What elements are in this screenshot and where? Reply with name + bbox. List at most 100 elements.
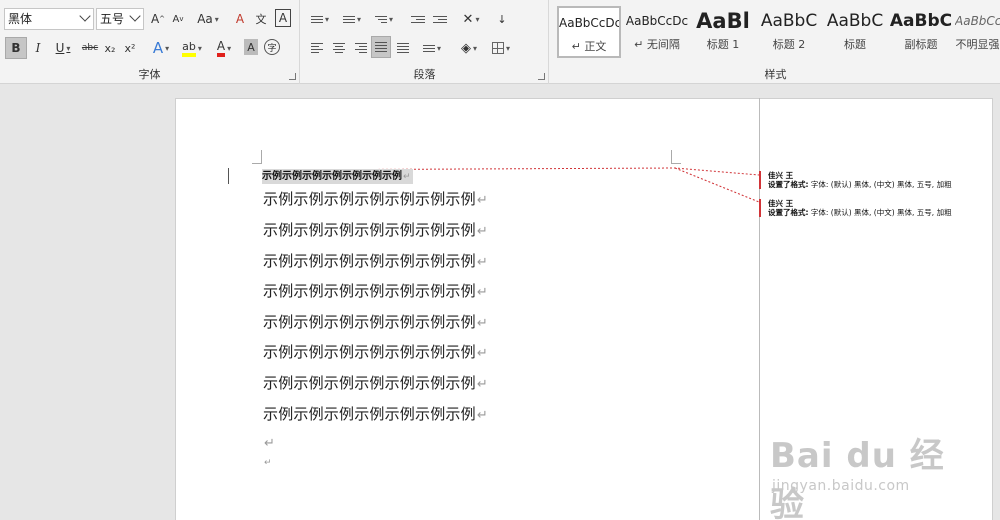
enclose-char-button[interactable]: 字 [264,39,280,55]
balloon-author: 佳兴 王 [768,171,794,180]
style-heading-2[interactable]: AaBbC 标题 2 [757,6,821,58]
numbering-button[interactable]: ▾ [339,8,365,30]
balloon-detail: 字体: (默认) 黑体, (中文) 黑体, 五号, 加粗 [810,180,952,189]
phonetic-guide-icon: 文 [255,13,267,26]
styles-group-label: 样式 [764,68,787,81]
empty-paragraph[interactable]: ↵ [263,433,275,451]
body-line[interactable]: 示例示例示例示例示例示例示例↵ [263,280,488,301]
decrease-indent-button[interactable] [409,8,427,30]
paragraph-mark: ↵ [264,458,272,468]
style-sample: AaBl [696,9,750,33]
text-effect-button[interactable]: A ▾ [148,37,174,59]
increase-indent-icon [433,15,447,23]
font-name-value: 黑体 [8,12,33,26]
font-dialog-launcher-icon[interactable] [289,73,296,80]
body-line[interactable]: 示例示例示例示例示例示例示例↵ [263,219,488,240]
margin-corner-mark [671,150,681,164]
italic-button[interactable]: I [30,37,46,59]
justify-icon [375,42,387,52]
body-line-text: 示例示例示例示例示例示例示例 [263,282,476,300]
strikethrough-icon: abc [81,43,99,53]
body-line[interactable]: 示例示例示例示例示例示例示例↵ [263,403,488,424]
multilevel-list-button[interactable]: ▾ [371,8,397,30]
style-name: 不明显强 [955,38,1000,51]
multilevel-list-icon [374,15,387,23]
borders-button[interactable]: ▾ [487,37,515,59]
paragraph-mark: ↵ [264,436,276,451]
subscript-button[interactable]: x₂ [102,37,118,59]
body-line[interactable]: 示例示例示例示例示例示例示例↵ [263,188,488,209]
char-border-button[interactable]: A [275,9,291,27]
decrease-indent-icon [411,15,425,23]
superscript-icon: x² [124,41,136,55]
bold-button[interactable]: B [5,37,27,59]
paragraph-mark: ↵ [476,346,488,361]
body-line[interactable]: 示例示例示例示例示例示例示例↵ [263,372,488,393]
body-line-text: 示例示例示例示例示例示例示例 [263,313,476,331]
sort-icon: ↓ [497,12,507,26]
change-bar [228,168,229,184]
change-case-button[interactable]: Aa ▾ [194,8,222,30]
balloon-detail: 字体: (默认) 黑体, (中文) 黑体, 五号, 加粗 [810,208,952,217]
paragraph-mark: ↵ [476,193,488,208]
chevron-down-icon [79,10,91,22]
strikethrough-button[interactable]: abc [80,37,100,59]
body-line[interactable]: 示例示例示例示例示例示例示例↵ [263,311,488,332]
font-size-value: 五号 [100,12,125,26]
style-title[interactable]: AaBbC 标题 [823,6,887,58]
align-right-icon [355,43,367,53]
align-right-button[interactable] [353,37,369,59]
style-sample: AaBbCc [955,14,1000,28]
align-left-button[interactable] [309,37,325,59]
style-sample: AaBbC [889,11,953,31]
eraser-icon: A [235,12,245,26]
increase-indent-button[interactable] [431,8,449,30]
chinese-layout-button[interactable]: ✕ ▾ [457,8,485,30]
empty-paragraph[interactable]: ↵ [263,457,272,468]
paragraph-group-label: 段落 [413,68,436,81]
line-spacing-button[interactable]: ▾ [419,37,445,59]
style-name: 标题 2 [772,38,806,51]
distributed-button[interactable] [395,37,411,59]
shrink-font-button[interactable]: Av [170,8,186,30]
superscript-button[interactable]: x² [122,37,138,59]
font-name-combo[interactable]: 黑体 [4,8,94,30]
revision-balloon[interactable]: 佳兴 王 设置了格式: 字体: (默认) 黑体, (中文) 黑体, 五号, 加粗 [759,171,993,189]
paragraph-group: ▾ ▾ ▾ ✕ ▾ ↓ ▾ ◈ ▾ ▾ 段落 [301,0,549,84]
body-line-text: 示例示例示例示例示例示例示例 [263,374,476,392]
watermark-main-text: Bai du 经验 [770,436,945,520]
align-center-button[interactable] [331,37,347,59]
font-size-combo[interactable]: 五号 [96,8,144,30]
style-no-spacing[interactable]: AaBbCcDc ↵ 无间隔 [625,6,689,58]
paragraph-mark: ↵ [476,224,488,239]
phonetic-guide-button[interactable]: 文 [253,8,269,30]
style-normal[interactable]: AaBbCcDc ↵ 正文 [557,6,621,58]
grow-font-button[interactable]: A ^ [150,8,166,30]
style-name: 副标题 [904,38,938,51]
bullets-button[interactable]: ▾ [307,8,333,30]
balloon-author: 佳兴 王 [768,199,794,208]
style-name: ↵ 无间隔 [634,38,680,51]
formatted-first-line[interactable]: 示例示例示例示例示例示例示例↵ [262,169,413,184]
font-color-button[interactable]: A ▾ [210,37,238,59]
revision-balloon[interactable]: 佳兴 王 设置了格式: 字体: (默认) 黑体, (中文) 黑体, 五号, 加粗 [759,199,993,217]
style-heading-1[interactable]: AaBl 标题 1 [691,6,755,58]
justify-button[interactable] [371,36,391,58]
body-line[interactable]: 示例示例示例示例示例示例示例↵ [263,250,488,271]
underline-button[interactable]: U ▾ [50,37,76,59]
paragraph-dialog-launcher-icon[interactable] [538,73,545,80]
body-line[interactable]: 示例示例示例示例示例示例示例↵ [263,341,488,362]
style-subtle-emphasis[interactable]: AaBbCc 不明显强 [955,6,1000,58]
numbering-icon [342,15,355,23]
style-subtitle[interactable]: AaBbC 副标题 [889,6,953,58]
line-spacing-icon [422,44,435,52]
chevron-down-icon [129,10,141,22]
shading-button[interactable]: ◈ ▾ [455,37,483,59]
align-center-icon [333,43,345,53]
char-shading-button[interactable]: A [244,39,258,55]
sort-button[interactable]: ↓ [493,8,511,30]
paragraph-mark: ↵ [476,316,488,331]
change-case-icon: Aa [197,12,213,26]
highlight-button[interactable]: ab ▾ [178,37,206,59]
clear-format-button[interactable]: A [232,8,248,30]
